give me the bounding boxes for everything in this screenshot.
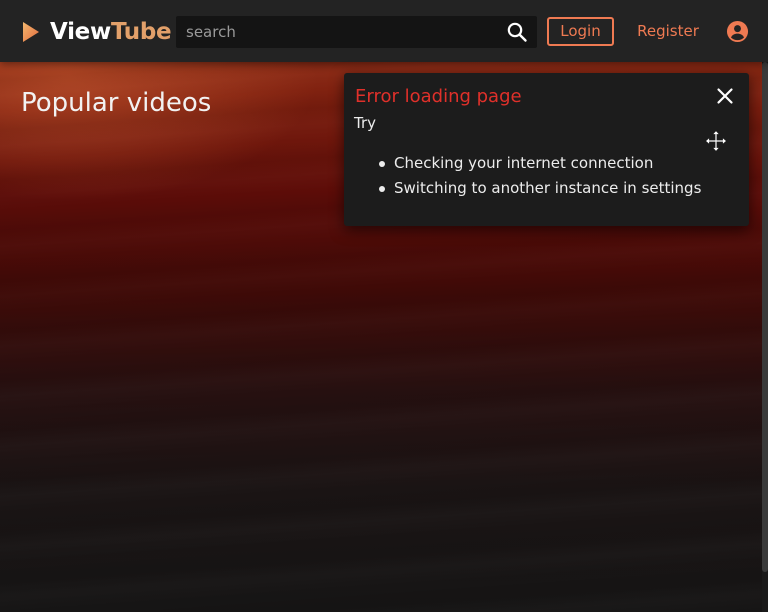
suggestion-list: Checking your internet connection Switch… — [354, 151, 701, 201]
search-input[interactable] — [176, 16, 496, 48]
page-scrollbar[interactable] — [762, 62, 768, 612]
toast-intro: Try — [354, 114, 377, 132]
list-item: Switching to another instance in setting… — [379, 176, 702, 201]
top-header: ViewTube Login Register — [0, 0, 768, 62]
page-title: Popular videos — [21, 88, 212, 118]
toast-title: Error loading page — [355, 86, 522, 107]
search-bar — [176, 16, 537, 48]
search-icon[interactable] — [505, 20, 529, 44]
logo-text-view: View — [50, 19, 111, 45]
close-icon[interactable] — [714, 85, 736, 107]
bullet-icon — [379, 161, 385, 167]
viewtube-page: ViewTube Login Register Popular videos E… — [0, 0, 768, 612]
bullet-icon — [379, 186, 385, 192]
suggestion-text: Checking your internet connection — [394, 154, 654, 172]
move-icon[interactable] — [704, 129, 728, 153]
logo-text-tube: Tube — [110, 19, 172, 45]
logo[interactable]: ViewTube — [21, 17, 172, 47]
scrollbar-thumb[interactable] — [762, 62, 768, 572]
error-toast: Error loading page Try Checking your int… — [344, 73, 749, 226]
list-item: Checking your internet connection — [379, 151, 701, 176]
register-button[interactable]: Register — [632, 17, 704, 46]
account-circle-icon[interactable] — [726, 20, 749, 43]
suggestion-text: Switching to another instance in setting… — [394, 179, 702, 197]
login-button[interactable]: Login — [547, 17, 614, 46]
logo-text: ViewTube — [50, 17, 172, 47]
play-triangle-icon — [23, 22, 39, 42]
